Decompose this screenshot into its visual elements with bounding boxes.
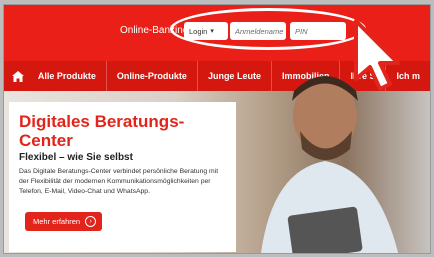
cta-label: Mehr erfahren [33, 217, 81, 226]
hero-body-text: Das Digitale Beratungs-Center verbindet … [19, 168, 219, 195]
hero-subtitle: Flexibel – wie Sie selbst [19, 152, 133, 163]
mouse-pointer-icon [354, 19, 400, 91]
home-icon[interactable] [8, 61, 28, 91]
mehr-erfahren-button[interactable]: Mehr erfahren › [25, 212, 103, 231]
nav-item-alle-produkte[interactable]: Alle Produkte [28, 61, 106, 91]
browser-viewport: Online-Banking Login ▾ Alle Produkte Onl… [3, 4, 431, 254]
chevron-right-circle-icon: › [85, 216, 97, 227]
hero-title: Digitales Beratungs-Center [19, 112, 185, 150]
nav-item-online-produkte[interactable]: Online-Produkte [105, 61, 197, 91]
hero-card: Digitales Beratungs-Center Flexibel – wi… [9, 102, 236, 252]
highlight-oval [170, 8, 366, 50]
